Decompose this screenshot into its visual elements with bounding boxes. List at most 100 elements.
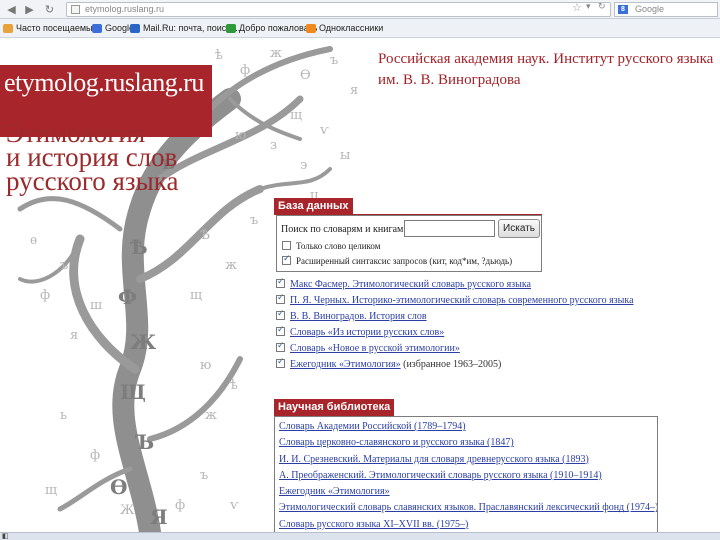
svg-text:ю: ю bbox=[235, 128, 246, 143]
svg-text:ъ: ъ bbox=[330, 53, 338, 68]
dictionary-item[interactable]: Словарь «Новое в русской этимологии» bbox=[276, 341, 656, 359]
dropdown-icon[interactable]: ▾ bbox=[586, 2, 591, 12]
bookmark-star-icon[interactable]: ☆ bbox=[572, 1, 582, 14]
status-bar: ◧ bbox=[0, 532, 720, 540]
option-extended-syntax[interactable]: Расширенный синтаксис запросов (кит, код… bbox=[282, 254, 513, 266]
library-link[interactable]: И. И. Срезневский. Материалы для словаря… bbox=[279, 454, 657, 470]
svg-text:Ѣ: Ѣ bbox=[130, 235, 148, 259]
svg-text:ь: ь bbox=[60, 408, 67, 423]
svg-text:Ф: Ф bbox=[118, 285, 137, 309]
bookmark-icon bbox=[306, 24, 316, 33]
bookmark-mailru[interactable]: Mail.Ru: почта, поиск ... bbox=[130, 22, 240, 35]
library-list: Словарь Академии Российской (1789–1794) … bbox=[279, 421, 657, 532]
svg-text:Щ: Щ bbox=[120, 380, 146, 404]
bookmark-icon bbox=[3, 24, 13, 33]
dictionary-link[interactable]: Макс Фасмер. Этимологический словарь рус… bbox=[290, 279, 531, 290]
dictionary-list: Макс Фасмер. Этимологический словарь рус… bbox=[276, 277, 656, 375]
search-input[interactable] bbox=[404, 220, 495, 237]
bookmark-label: Часто посещаемые bbox=[16, 23, 98, 33]
svg-text:ф: ф bbox=[90, 448, 100, 463]
dictionary-checkbox[interactable] bbox=[276, 277, 285, 288]
option-label: Расширенный синтаксис запросов (кит, код… bbox=[296, 256, 513, 266]
dictionary-checkbox[interactable] bbox=[276, 325, 285, 336]
org-line-1: Российская академия наук. Институт русск… bbox=[378, 51, 714, 67]
bookmark-welcome[interactable]: Добро пожаловать bbox=[226, 22, 317, 35]
svg-text:ш: ш bbox=[90, 298, 102, 313]
svg-text:щ: щ bbox=[190, 288, 202, 303]
dictionary-link[interactable]: П. Я. Черных. Историко-этимологический с… bbox=[290, 295, 634, 306]
organization-title: Российская академия наук. Институт русск… bbox=[378, 49, 718, 91]
library-link[interactable]: Словарь церковно-славянского и русского … bbox=[279, 437, 657, 453]
library-link[interactable]: Ежегодник «Этимология» bbox=[279, 486, 657, 502]
svg-text:ж: ж bbox=[225, 258, 237, 273]
svg-text:э: э bbox=[300, 158, 307, 173]
search-label: Поиск по словарям и книгам: bbox=[281, 224, 407, 235]
dictionary-item[interactable]: В. В. Виноградов. История слов bbox=[276, 309, 656, 327]
search-button[interactable]: Искать bbox=[498, 219, 540, 238]
search-placeholder: Google bbox=[635, 4, 665, 14]
svg-text:ъ: ъ bbox=[200, 468, 208, 483]
dictionary-link[interactable]: В. В. Виноградов. История слов bbox=[290, 311, 427, 322]
dictionary-item[interactable]: Макс Фасмер. Этимологический словарь рус… bbox=[276, 277, 656, 295]
svg-text:ѵ: ѵ bbox=[320, 123, 329, 138]
svg-text:ѵ: ѵ bbox=[230, 498, 239, 513]
dictionary-link[interactable]: Словарь «Из истории русских слов» bbox=[290, 327, 444, 338]
bookmark-frequent[interactable]: Часто посещаемые bbox=[3, 22, 98, 35]
svg-text:ю: ю bbox=[200, 358, 211, 373]
address-text: etymolog.ruslang.ru bbox=[85, 4, 165, 14]
dictionary-checkbox[interactable] bbox=[276, 341, 285, 352]
site-name[interactable]: etymolog.ruslang.ru bbox=[4, 68, 204, 98]
library-panel: Словарь Академии Российской (1789–1794) … bbox=[274, 416, 658, 532]
bookmarks-bar: Часто посещаемые Google Mail.Ru: почта, … bbox=[0, 19, 720, 38]
search-panel: Поиск по словарям и книгам: Искать Тольк… bbox=[276, 215, 542, 272]
dictionary-link[interactable]: Словарь «Новое в русской этимологии» bbox=[290, 343, 460, 354]
svg-text:ъ: ъ bbox=[250, 213, 258, 228]
library-heading: Научная библиотека bbox=[274, 399, 395, 416]
library-link[interactable]: Словарь Академии Российской (1789–1794) bbox=[279, 421, 657, 437]
bookmark-google[interactable]: Google bbox=[92, 22, 134, 35]
search-box[interactable]: 8 Google bbox=[614, 2, 718, 17]
dictionary-checkbox[interactable] bbox=[276, 309, 285, 320]
status-icon: ◧ bbox=[2, 532, 9, 540]
dictionary-link[interactable]: Ежегодник «Этимология» bbox=[290, 359, 401, 370]
svg-text:я: я bbox=[350, 83, 358, 98]
svg-text:Ѣ: Ѣ bbox=[200, 228, 210, 243]
database-heading: База данных bbox=[274, 198, 353, 215]
bookmark-label: Одноклассники bbox=[319, 23, 384, 33]
svg-text:Я: Я bbox=[150, 505, 168, 529]
extended-syntax-checkbox[interactable] bbox=[282, 254, 291, 265]
svg-text:ф: ф bbox=[240, 63, 250, 78]
org-line-2: им. В. В. Виноградова bbox=[378, 72, 521, 88]
dictionary-item[interactable]: Словарь «Из истории русских слов» bbox=[276, 325, 656, 343]
dictionary-checkbox[interactable] bbox=[276, 293, 285, 304]
forward-arrow-icon[interactable]: ▶ bbox=[22, 2, 37, 17]
bookmark-odnoklassniki[interactable]: Одноклассники bbox=[306, 22, 383, 35]
svg-text:ж: ж bbox=[270, 46, 282, 61]
google-icon: 8 bbox=[618, 5, 628, 14]
option-exact-word[interactable]: Только слово целиком bbox=[282, 241, 380, 251]
back-arrow-icon[interactable]: ◀ bbox=[4, 2, 19, 17]
library-link[interactable]: Словарь русского языка XI–XVII вв. (1975… bbox=[279, 519, 657, 532]
svg-text:Ѳ: Ѳ bbox=[300, 68, 311, 83]
library-link[interactable]: А. Преображенский. Этимологический слова… bbox=[279, 470, 657, 486]
svg-text:ф: ф bbox=[40, 288, 50, 303]
bookmark-icon bbox=[130, 24, 140, 33]
svg-text:щ: щ bbox=[290, 108, 302, 123]
svg-text:Ѳ: Ѳ bbox=[110, 475, 127, 499]
page-icon bbox=[71, 5, 80, 14]
page-content: ѣфж Ѳъя щѵы эзю ъфц Ѣжщ ъѳф шяю ѣжь фщъ … bbox=[0, 39, 720, 532]
dictionary-checkbox[interactable] bbox=[276, 357, 285, 368]
svg-text:ѣ: ѣ bbox=[215, 48, 223, 63]
reload-small-icon[interactable]: ↻ bbox=[598, 2, 606, 12]
library-link[interactable]: Этимологический словарь славянских языко… bbox=[279, 502, 657, 518]
svg-text:ж: ж bbox=[205, 408, 217, 423]
browser-toolbar: ◀ ▶ ↻ etymolog.ruslang.ru ☆ ▾ ↻ 8 Google bbox=[0, 0, 720, 19]
dictionary-item[interactable]: П. Я. Черных. Историко-этимологический с… bbox=[276, 293, 656, 311]
svg-text:щ: щ bbox=[45, 483, 57, 498]
address-bar[interactable]: etymolog.ruslang.ru bbox=[66, 2, 611, 17]
dictionary-item[interactable]: Ежегодник «Этимология» (избранное 1963–2… bbox=[276, 357, 656, 375]
svg-text:ѣ: ѣ bbox=[230, 378, 238, 393]
exact-word-checkbox[interactable] bbox=[282, 241, 291, 250]
reload-icon[interactable]: ↻ bbox=[42, 2, 57, 17]
dictionary-note: (избранное 1963–2005) bbox=[400, 359, 502, 370]
